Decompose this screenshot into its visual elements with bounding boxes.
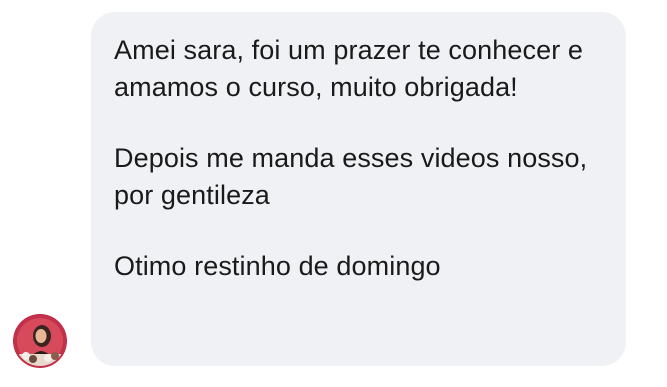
- message-paragraph-request: Depois me manda esses videos nosso, por …: [114, 143, 588, 210]
- message-bubble[interactable]: Amei sara, foi um prazer te conhecer e a…: [91, 12, 626, 366]
- message-paragraph-greeting: Amei sara, foi um prazer te conhecer e a…: [114, 35, 584, 102]
- avatar-photo: [13, 314, 67, 368]
- sender-avatar[interactable]: [13, 314, 67, 368]
- message-paragraph-closing: Otimo restinho de domingo: [114, 251, 441, 281]
- conversation-thread: Amei sara, foi um prazer te conhecer e a…: [0, 0, 667, 387]
